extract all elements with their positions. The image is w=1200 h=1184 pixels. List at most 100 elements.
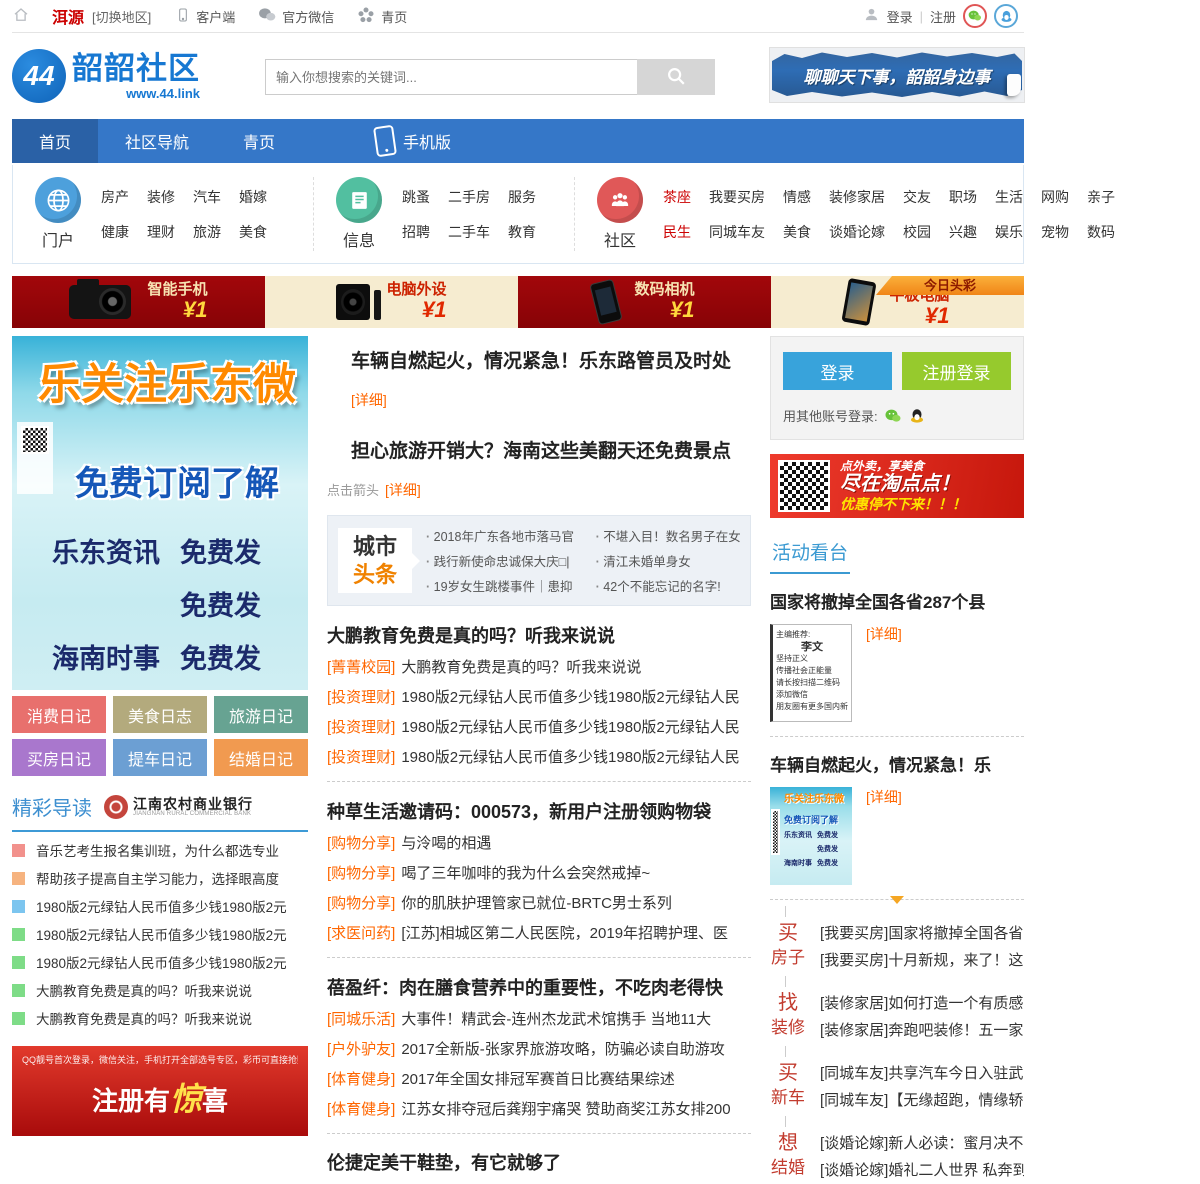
category-link[interactable]: 茶座 bbox=[663, 187, 691, 207]
expand-arrow-icon[interactable] bbox=[890, 896, 904, 904]
info-icon-block[interactable]: 信息 bbox=[326, 177, 392, 251]
detail-link[interactable]: [详细] bbox=[866, 787, 902, 885]
headline-link[interactable]: 19岁女生跳楼事件｜患抑 bbox=[426, 576, 588, 595]
promo-cell-peripherals[interactable]: 电脑外设¥1 bbox=[265, 276, 518, 328]
reading-list-item[interactable]: 1980版2元绿钻人民币值多少钱1980版2元 bbox=[12, 920, 308, 948]
headline-link[interactable]: 清江未婚单身女 bbox=[596, 551, 740, 570]
reading-title[interactable]: 精彩导读 bbox=[12, 792, 92, 821]
post-link[interactable]: [购物分享]与泠喝的相遇 bbox=[327, 833, 751, 854]
diary-button[interactable]: 美食日志 bbox=[113, 696, 207, 733]
category-link[interactable]: 宠物 bbox=[1041, 222, 1069, 242]
taodiandian-qr-ad[interactable]: 点外卖，享美食 尽在淘点点！ 优惠停不下来！！！ bbox=[770, 454, 1024, 518]
category-link[interactable]: 美食 bbox=[783, 222, 811, 242]
headline-link[interactable]: 2018年广东各地市落马官 bbox=[426, 526, 588, 545]
diary-button[interactable]: 旅游日记 bbox=[214, 696, 308, 733]
category-link[interactable]: 装修家居 bbox=[829, 187, 885, 207]
category-link[interactable]: 娱乐 bbox=[995, 222, 1023, 242]
topic-link[interactable]: [同城车友]共享汽车今日入驻武汉 bbox=[820, 1060, 1024, 1087]
bank-ad[interactable]: 江南农村商业银行 JIANGNAN RURAL COMMERCIAL BANK bbox=[104, 795, 253, 819]
topic-group-label[interactable]: 买 房子 bbox=[770, 920, 806, 974]
diary-button[interactable]: 买房日记 bbox=[12, 739, 106, 776]
search-button[interactable] bbox=[637, 59, 715, 95]
nav-community-guide[interactable]: 社区导航 bbox=[98, 119, 216, 163]
section-title-partial[interactable]: 伦捷定美干鞋垫，有它就够了 bbox=[327, 1149, 751, 1175]
post-link[interactable]: [求医问药][江苏]相城区第二人民医院，2019年招聘护理、医 bbox=[327, 923, 751, 944]
wechat-login-icon[interactable] bbox=[963, 4, 987, 28]
reading-list-item[interactable]: 帮助孩子提高自主学习能力，选择眼高度 bbox=[12, 864, 308, 892]
editor-recommendation-thumb[interactable]: 主编推荐:李文坚持正义传播社会正能量请长按扫描二维码添加微信朋友圈有更多国内新 bbox=[770, 624, 852, 722]
register-login-button[interactable]: 注册登录 bbox=[902, 352, 1011, 390]
category-link[interactable]: 汽车 bbox=[193, 187, 221, 207]
section-title[interactable]: 大鹏教育免费是真的吗？听我来说说 bbox=[327, 622, 751, 648]
topic-link[interactable]: [谈婚论嫁]新人必读：蜜月决不能 bbox=[820, 1130, 1024, 1157]
headline-link[interactable]: 践行新使命忠诚保大庆□| bbox=[426, 551, 588, 570]
featured-title[interactable]: 担心旅游开销大？海南这些美翻天还免费景点 bbox=[351, 436, 751, 463]
ledong-ad-thumb[interactable]: 乐关注乐东微 免费订阅了解 乐东资讯免费发 免费发 海南时事免费发 bbox=[770, 787, 852, 885]
detail-link[interactable]: [详细] bbox=[385, 480, 421, 500]
search-input[interactable] bbox=[265, 59, 637, 95]
qq-login-icon[interactable] bbox=[908, 407, 926, 425]
portal-icon-block[interactable]: 门户 bbox=[25, 177, 91, 251]
home-button[interactable] bbox=[12, 6, 30, 27]
diary-button[interactable]: 消费日记 bbox=[12, 696, 106, 733]
region-link[interactable]: 洱源 bbox=[52, 4, 84, 28]
promo-cell-tablet[interactable]: 今日头彩 平板电脑¥1 bbox=[771, 276, 1024, 328]
header-banner-ad[interactable]: 聊聊天下事，韶韶身边事 bbox=[770, 48, 1024, 102]
diary-button[interactable]: 提车日记 bbox=[113, 739, 207, 776]
wechat-login-icon[interactable] bbox=[884, 407, 902, 425]
category-link[interactable]: 婚嫁 bbox=[239, 187, 267, 207]
register-surprise-ad[interactable]: QQ靓号首次登录，微信关注，手机打开全部选号专区，彩币可直接抢购 注册有惊喜 bbox=[12, 1046, 308, 1136]
post-link[interactable]: [投资理财]1980版2元绿钻人民币值多少钱1980版2元绿钻人民 bbox=[327, 717, 751, 738]
category-link[interactable]: 教育 bbox=[508, 222, 536, 242]
headline-link[interactable]: 不堪入目！数名男子在女 bbox=[596, 526, 740, 545]
ledong-ad-image[interactable]: 乐关注乐东微 免费订阅了解 乐东资讯免费发 免费发 海南时事免费发 bbox=[12, 336, 308, 690]
category-link[interactable]: 职场 bbox=[949, 187, 977, 207]
category-link[interactable]: 谈婚论嫁 bbox=[829, 222, 885, 242]
category-link[interactable]: 同城车友 bbox=[709, 222, 765, 242]
headline-link[interactable]: 42个不能忘记的名字! bbox=[596, 576, 740, 595]
category-link[interactable]: 招聘 bbox=[402, 222, 430, 242]
reading-list-item[interactable]: 大鹏教育免费是真的吗？听我来说说 bbox=[12, 976, 308, 1004]
client-link[interactable]: 客户端 bbox=[175, 7, 235, 26]
post-link[interactable]: [投资理财]1980版2元绿钻人民币值多少钱1980版2元绿钻人民 bbox=[327, 687, 751, 708]
diary-button[interactable]: 结婚日记 bbox=[214, 739, 308, 776]
topic-link[interactable]: [同城车友]【无缘超跑，情缘轿 bbox=[820, 1087, 1024, 1114]
nav-qingye[interactable]: 青页 bbox=[216, 119, 302, 163]
category-link[interactable]: 房产 bbox=[101, 187, 129, 207]
post-link[interactable]: [购物分享]喝了三年咖啡的我为什么会突然戒掉~ bbox=[327, 863, 751, 884]
category-link[interactable]: 交友 bbox=[903, 187, 931, 207]
promo-cell-digital-camera[interactable]: 数码相机¥1 bbox=[518, 276, 771, 328]
category-link[interactable]: 情感 bbox=[783, 187, 811, 207]
category-link[interactable]: 民生 bbox=[663, 222, 691, 242]
switch-region-link[interactable]: [切换地区] bbox=[92, 7, 151, 26]
post-link[interactable]: [同城乐活]大事件！精武会-连州杰龙武术馆携手 当地11大 bbox=[327, 1009, 751, 1030]
topic-link[interactable]: [我要买房]国家将撤掉全国各省 bbox=[820, 920, 1024, 947]
topic-group-label[interactable]: 买 新车 bbox=[770, 1060, 806, 1114]
nav-mobile-version[interactable]: 手机版 bbox=[348, 119, 478, 163]
reading-list-item[interactable]: 1980版2元绿钻人民币值多少钱1980版2元 bbox=[12, 892, 308, 920]
topic-group-label[interactable]: 找 装修 bbox=[770, 990, 806, 1044]
post-link[interactable]: [户外驴友]2017全新版-张家界旅游攻略，防骗必读自助游攻 bbox=[327, 1039, 751, 1060]
topic-group-label[interactable]: 想 结婚 bbox=[770, 1130, 806, 1184]
section-title[interactable]: 蓓盈纤：肉在膳食营养中的重要性，不吃肉老得快 bbox=[327, 974, 751, 1000]
activity-section-title[interactable]: 活动看台 bbox=[770, 534, 850, 574]
site-logo[interactable]: 44 韶韶社区 www.44.link bbox=[12, 49, 200, 103]
activity-title-link[interactable]: 国家将撤掉全国各省287个县 bbox=[770, 588, 1024, 613]
category-link[interactable]: 二手房 bbox=[448, 187, 490, 207]
login-button[interactable]: 登录 bbox=[783, 352, 892, 390]
post-link[interactable]: [投资理财]1980版2元绿钻人民币值多少钱1980版2元绿钻人民 bbox=[327, 747, 751, 768]
category-link[interactable]: 理财 bbox=[147, 222, 175, 242]
qq-login-icon[interactable] bbox=[994, 4, 1018, 28]
qingye-link[interactable]: 青页 bbox=[356, 5, 407, 28]
login-link[interactable]: 登录 bbox=[887, 7, 913, 26]
category-link[interactable]: 装修 bbox=[147, 187, 175, 207]
detail-link[interactable]: [详细] bbox=[866, 624, 902, 722]
category-link[interactable]: 兴趣 bbox=[949, 222, 977, 242]
post-link[interactable]: [体育健身]2017年全国女排冠军赛首日比赛结果综述 bbox=[327, 1069, 751, 1090]
topic-link[interactable]: [装修家居]奔跑吧装修！五一家装 bbox=[820, 1017, 1024, 1044]
post-link[interactable]: [菁菁校园]大鹏教育免费是真的吗？听我来说说 bbox=[327, 657, 751, 678]
topic-link[interactable]: [装修家居]如何打造一个有质感的 bbox=[820, 990, 1024, 1017]
category-link[interactable]: 亲子 bbox=[1087, 187, 1115, 207]
promo-cell-smartphone[interactable]: 智能手机¥1 bbox=[12, 276, 265, 328]
category-link[interactable]: 校园 bbox=[903, 222, 931, 242]
